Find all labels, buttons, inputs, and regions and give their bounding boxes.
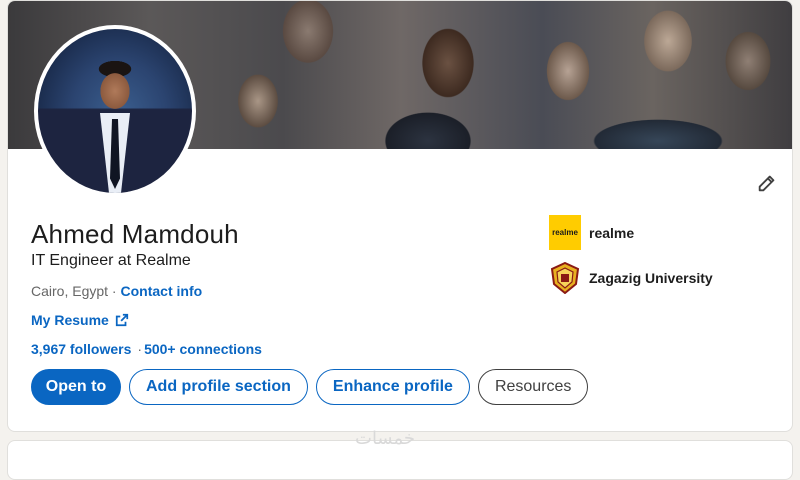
- resources-button[interactable]: Resources: [477, 369, 589, 405]
- location-separator: ·: [108, 283, 121, 299]
- pencil-icon: [758, 175, 775, 192]
- followers-link[interactable]: 3,967 followers: [31, 341, 131, 357]
- school-name: Zagazig University: [589, 269, 713, 286]
- profile-headline: IT Engineer at Realme: [31, 252, 191, 269]
- current-company[interactable]: realme realme: [549, 215, 634, 250]
- network-stats: 3,967 followers · 500+ connections: [31, 341, 262, 357]
- location-text: Cairo, Egypt: [31, 283, 109, 299]
- resume-link[interactable]: My Resume: [31, 312, 109, 328]
- contact-info-link[interactable]: Contact info: [121, 283, 203, 299]
- resume-line[interactable]: My Resume: [31, 312, 129, 328]
- external-link-icon: [115, 313, 128, 327]
- profile-name: Ahmed Mamdouh: [31, 219, 239, 249]
- open-to-button[interactable]: Open to: [31, 369, 121, 405]
- add-profile-section-button[interactable]: Add profile section: [129, 369, 308, 405]
- company-name: realme: [589, 224, 635, 241]
- education-school[interactable]: Zagazig University: [549, 260, 713, 295]
- profile-photo[interactable]: [34, 25, 196, 197]
- profile-actions: Open to Add profile section Enhance prof…: [31, 369, 589, 405]
- profile-card: Ahmed Mamdouh IT Engineer at Realme Cair…: [7, 0, 793, 432]
- stats-separator: ·: [137, 341, 143, 357]
- enhance-profile-button[interactable]: Enhance profile: [315, 369, 470, 405]
- realme-logo-text: realme: [552, 228, 578, 237]
- location-line: Cairo, Egypt · Contact info: [31, 283, 202, 299]
- watermark: خمسات: [355, 428, 416, 449]
- edit-profile-button[interactable]: [753, 169, 781, 197]
- connections-link[interactable]: 500+ connections: [144, 341, 262, 357]
- university-crest-icon: [549, 260, 581, 295]
- realme-logo: realme: [549, 215, 581, 250]
